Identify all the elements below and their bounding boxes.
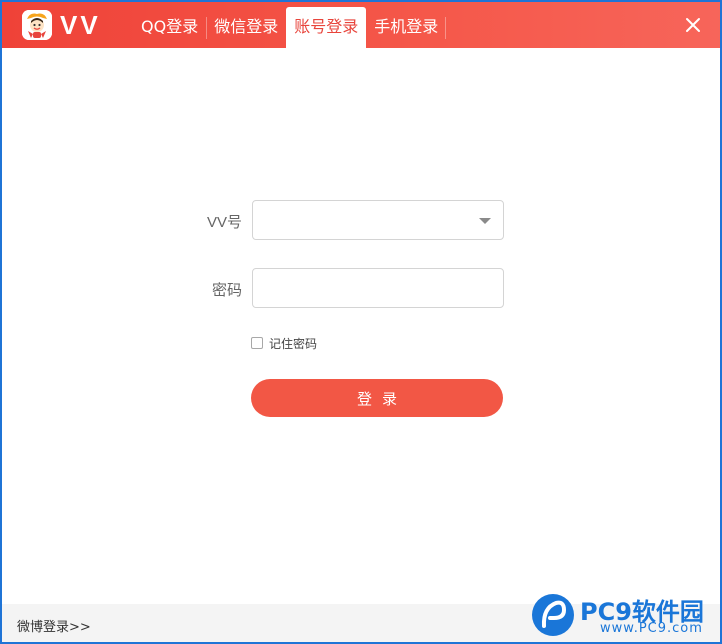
close-icon[interactable] xyxy=(682,14,704,36)
dropdown-arrow-icon[interactable] xyxy=(479,218,491,224)
vv-number-combobox xyxy=(252,200,504,240)
password-input[interactable] xyxy=(253,269,503,307)
remember-password: 记住密码 xyxy=(251,335,317,351)
login-window: VV QQ登录 微信登录 账号登录 手机登录 VV号 密码 记住密码 登录 微博… xyxy=(2,2,720,642)
login-tabs: QQ登录 微信登录 账号登录 手机登录 xyxy=(133,7,447,48)
login-button[interactable]: 登录 xyxy=(251,379,503,417)
vv-number-label: VV号 xyxy=(206,214,242,231)
vv-number-input[interactable] xyxy=(253,201,503,239)
weibo-login-link[interactable]: 微博登录>> xyxy=(17,616,91,635)
tab-account-login[interactable]: 账号登录 xyxy=(286,7,367,48)
watermark: PC9软件园 www.PC9.com xyxy=(530,592,720,642)
remember-password-checkbox[interactable] xyxy=(251,337,263,349)
tab-wechat-login[interactable]: 微信登录 xyxy=(206,7,286,48)
tab-phone-login[interactable]: 手机登录 xyxy=(366,7,447,48)
password-label: 密码 xyxy=(211,282,242,299)
password-field xyxy=(252,268,504,308)
title-bar: VV QQ登录 微信登录 账号登录 手机登录 xyxy=(2,2,720,48)
watermark-url: www.PC9.com xyxy=(600,621,703,636)
watermark-logo-icon xyxy=(532,594,574,636)
remember-password-label[interactable]: 记住密码 xyxy=(269,335,317,352)
tab-qq-login[interactable]: QQ登录 xyxy=(133,7,206,48)
app-brand: VV xyxy=(60,10,101,40)
vv-logo-icon xyxy=(22,10,52,40)
